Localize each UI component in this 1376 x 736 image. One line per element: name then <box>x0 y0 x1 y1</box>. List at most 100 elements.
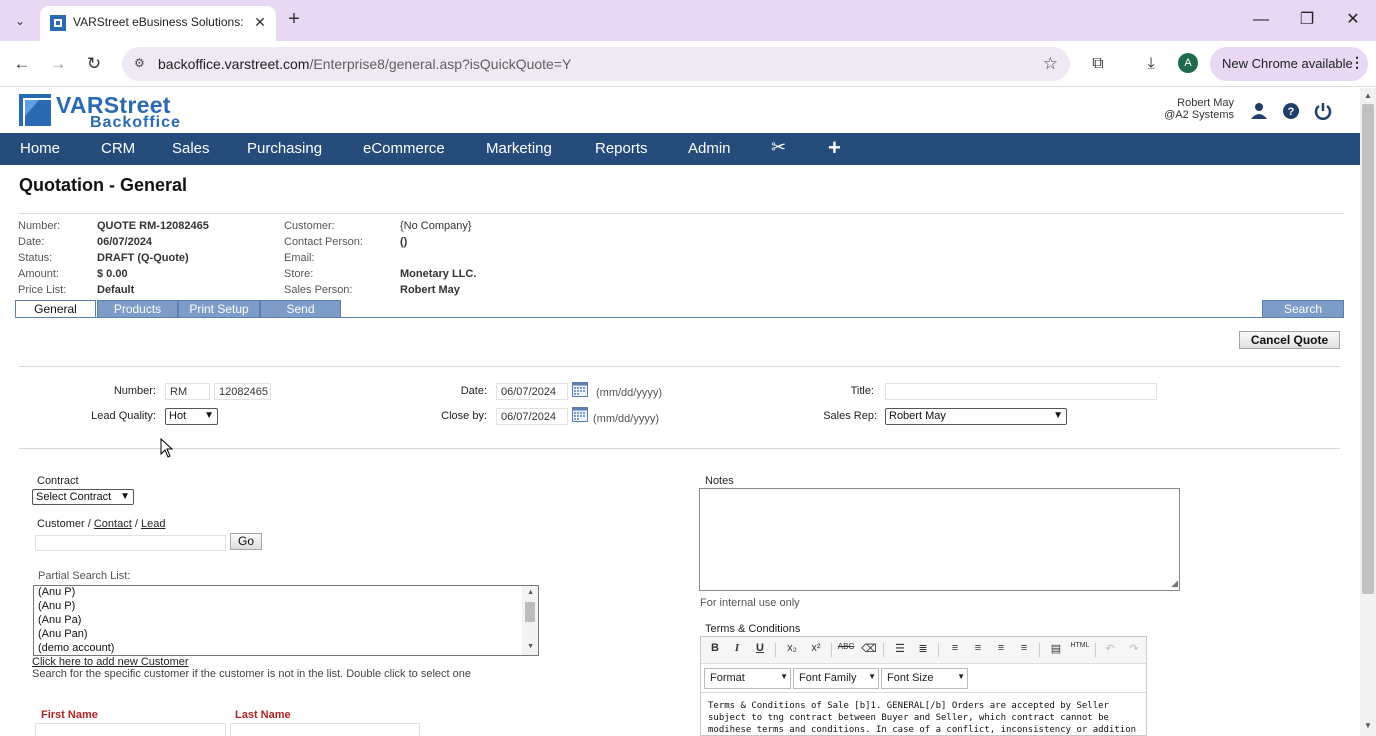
lead-link[interactable]: Lead <box>141 518 165 530</box>
font-family-select[interactable]: Font Family ▼ <box>793 668 879 689</box>
varstreet-logo[interactable]: VARStreet Backoffice <box>19 92 189 132</box>
scroll-down-icon[interactable]: ▼ <box>1362 721 1374 733</box>
close-window-icon[interactable]: ✕ <box>1338 6 1368 34</box>
restore-icon[interactable]: ❐ <box>1292 6 1322 34</box>
minimize-icon[interactable]: — <box>1246 6 1276 34</box>
scroll-down-icon[interactable]: ▼ <box>527 643 534 650</box>
number-prefix-input[interactable]: RM <box>165 383 210 400</box>
contract-select[interactable]: Select Contract ▼ <box>32 489 134 505</box>
scroll-up-icon[interactable]: ▲ <box>1362 91 1374 103</box>
tab-send[interactable]: Send <box>260 300 341 318</box>
lead-quality-label: Lead Quality: <box>91 410 156 422</box>
calendar-icon[interactable] <box>572 407 588 422</box>
go-button[interactable]: Go <box>230 533 262 550</box>
list-item[interactable]: (Anu Pan) <box>38 628 88 640</box>
new-tab-icon[interactable]: + <box>282 8 306 32</box>
salesrep-select[interactable]: Robert May ▼ <box>885 408 1067 425</box>
last-name-input[interactable] <box>230 723 420 736</box>
summary-amount-value: $ 0.00 <box>97 268 128 280</box>
align-justify-icon[interactable]: ≡ <box>1015 642 1033 658</box>
tab-products[interactable]: Products <box>97 300 178 318</box>
nav-admin[interactable]: Admin <box>688 140 731 157</box>
partial-search-list[interactable]: (Anu P) (Anu P) (Anu Pa) (Anu Pan) (demo… <box>33 585 539 656</box>
nav-marketing[interactable]: Marketing <box>486 140 552 157</box>
numbered-list-icon[interactable]: ≣ <box>914 642 932 658</box>
tab-search-icon[interactable]: ⌄ <box>6 7 34 35</box>
scroll-up-icon[interactable]: ▲ <box>527 589 534 596</box>
terms-content[interactable]: Terms & Conditions of Sale [b]1. GENERAL… <box>708 700 1138 736</box>
add-customer-link[interactable]: Click here to add new Customer <box>32 656 189 668</box>
lead-quality-select[interactable]: Hot ▼ <box>165 408 218 425</box>
bold-icon[interactable]: B <box>706 642 724 658</box>
add-icon[interactable]: + <box>828 135 841 161</box>
profile-avatar[interactable]: A <box>1178 53 1198 73</box>
terms-editor[interactable]: B I U x₂ x² ABC ⌫ ☰ ≣ ≡ ≡ ≡ ≡ ▤ HTML ↶ ↷… <box>700 636 1147 736</box>
search-button[interactable]: Search <box>1262 300 1344 318</box>
tab-title: VARStreet eBusiness Solutions: <box>73 15 243 29</box>
nav-ecommerce[interactable]: eCommerce <box>363 140 445 157</box>
nav-crm[interactable]: CRM <box>101 140 135 157</box>
back-icon[interactable]: ← <box>9 51 35 77</box>
forward-icon[interactable]: → <box>45 51 71 77</box>
subscript-icon[interactable]: x₂ <box>783 642 801 658</box>
align-center-icon[interactable]: ≡ <box>969 642 987 658</box>
nav-reports[interactable]: Reports <box>595 140 648 157</box>
bullet-list-icon[interactable]: ☰ <box>891 642 909 658</box>
address-bar[interactable]: ⚙ backoffice.varstreet.com/Enterprise8/g… <box>122 47 1070 81</box>
web-page: VARStreet Backoffice Robert May @A2 Syst… <box>0 88 1360 736</box>
logout-power-icon[interactable] <box>1313 102 1333 122</box>
eraser-icon[interactable]: ⌫ <box>860 642 878 658</box>
url-text[interactable]: backoffice.varstreet.com/Enterprise8/gen… <box>158 56 571 72</box>
align-right-icon[interactable]: ≡ <box>992 642 1010 658</box>
nav-sales[interactable]: Sales <box>172 140 210 157</box>
format-select[interactable]: Format ▼ <box>704 668 791 689</box>
toolbar-separator <box>1095 643 1096 657</box>
user-profile-icon[interactable] <box>1249 102 1269 122</box>
tools-icon[interactable]: ✂ <box>771 137 786 158</box>
nav-home[interactable]: Home <box>20 140 60 157</box>
paste-word-icon[interactable]: ▤ <box>1047 642 1065 658</box>
customer-type-label: Customer / Contact / Lead <box>37 518 166 530</box>
customer-search-input[interactable] <box>35 535 226 551</box>
undo-icon[interactable]: ↶ <box>1101 642 1119 658</box>
help-icon[interactable]: ? <box>1281 102 1301 122</box>
resize-handle-icon[interactable]: ◢ <box>1171 578 1178 589</box>
underline-icon[interactable]: U <box>751 642 769 658</box>
strikethrough-icon[interactable]: ABC <box>837 642 855 658</box>
more-menu-icon[interactable]: ⋮ <box>1350 54 1364 71</box>
list-item[interactable]: (Anu P) <box>38 586 75 598</box>
download-icon[interactable]: ⤓ <box>1139 52 1163 76</box>
first-name-input[interactable] <box>35 723 226 736</box>
tab-general[interactable]: General <box>15 300 96 318</box>
bookmark-star-icon[interactable]: ☆ <box>1043 54 1058 74</box>
site-info-icon[interactable]: ⚙ <box>134 56 150 72</box>
list-scrollbar[interactable]: ▲ ▼ <box>522 586 538 655</box>
list-scroll-thumb[interactable] <box>525 602 535 622</box>
list-item[interactable]: (Anu Pa) <box>38 614 81 626</box>
chrome-update-button[interactable]: New Chrome available ⋮ <box>1210 47 1368 81</box>
closeby-input[interactable]: 06/07/2024 <box>496 408 568 425</box>
page-scroll-thumb[interactable] <box>1362 104 1374 594</box>
title-input[interactable] <box>885 383 1157 400</box>
contact-link[interactable]: Contact <box>94 518 132 530</box>
notes-textarea[interactable]: ◢ <box>699 488 1180 591</box>
list-item[interactable]: (demo account) <box>38 642 114 654</box>
calendar-icon[interactable] <box>572 382 588 397</box>
cancel-quote-button[interactable]: Cancel Quote <box>1239 331 1340 349</box>
align-left-icon[interactable]: ≡ <box>946 642 964 658</box>
tab-print-setup[interactable]: Print Setup <box>178 300 260 318</box>
italic-icon[interactable]: I <box>728 642 746 658</box>
browser-tab[interactable]: VARStreet eBusiness Solutions: ✕ <box>40 6 276 41</box>
reload-icon[interactable]: ↻ <box>81 51 107 77</box>
summary-date-label: Date: <box>18 236 45 248</box>
date-input[interactable]: 06/07/2024 <box>496 383 568 400</box>
tab-close-icon[interactable]: ✕ <box>250 12 270 32</box>
nav-purchasing[interactable]: Purchasing <box>247 140 322 157</box>
list-item[interactable]: (Anu P) <box>38 600 75 612</box>
font-size-select[interactable]: Font Size ▼ <box>881 668 968 689</box>
redo-icon[interactable]: ↷ <box>1125 642 1143 658</box>
extensions-icon[interactable]: ⧉ <box>1086 52 1110 76</box>
number-input[interactable]: 12082465 <box>214 383 271 400</box>
html-source-icon[interactable]: HTML <box>1069 642 1091 658</box>
superscript-icon[interactable]: x² <box>807 642 825 658</box>
